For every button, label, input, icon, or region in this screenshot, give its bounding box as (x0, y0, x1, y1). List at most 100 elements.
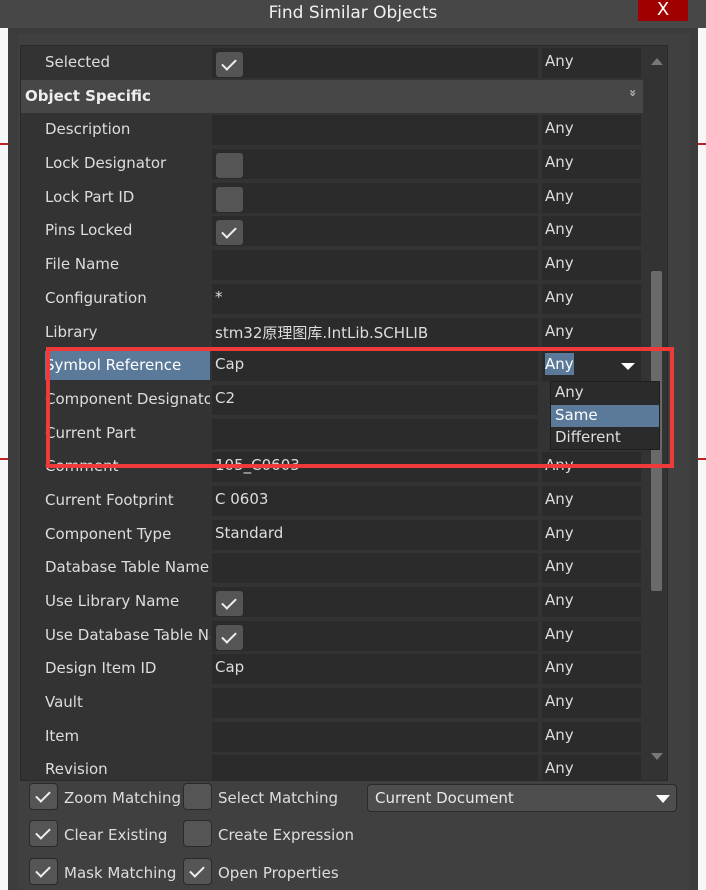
match-select[interactable]: Any (542, 182, 641, 213)
property-value[interactable]: Standard (212, 519, 538, 550)
scope-dropdown[interactable]: Current Document (367, 784, 677, 812)
property-row[interactable]: Configuration * Any (21, 282, 643, 316)
property-row[interactable]: Symbol Reference Cap Any (21, 349, 643, 383)
match-value: Any (545, 353, 574, 376)
checkbox-icon[interactable] (215, 623, 244, 651)
checkbox-icon[interactable] (215, 219, 244, 247)
section-title: Object Specific (25, 86, 151, 105)
property-row[interactable]: Revision Any (21, 753, 643, 780)
dropdown-option-same[interactable]: Same (551, 404, 659, 427)
property-label: Selected (45, 53, 111, 71)
match-select[interactable]: Any (542, 553, 641, 584)
match-select[interactable]: Any (542, 519, 641, 550)
match-select[interactable]: Any (542, 755, 641, 780)
title-bar[interactable]: Find Similar Objects X (0, 0, 706, 28)
property-row[interactable]: Description Any (21, 113, 643, 147)
match-select[interactable]: Any (542, 620, 641, 651)
scroll-up-arrow-icon[interactable] (651, 58, 663, 65)
zoom-matching-checkbox[interactable]: Zoom Matching (29, 783, 181, 811)
match-select[interactable]: Any (542, 351, 641, 382)
property-row[interactable]: Comment 105_C0603 Any (21, 450, 643, 484)
property-value[interactable] (212, 216, 538, 247)
property-row[interactable]: Vault Any (21, 686, 643, 720)
property-value[interactable] (212, 721, 538, 752)
mask-matching-checkbox[interactable]: Mask Matching (29, 858, 176, 886)
property-value[interactable] (212, 755, 538, 780)
match-select[interactable]: Any (542, 250, 641, 281)
match-value: Any (545, 759, 574, 778)
property-row[interactable]: Design Item ID Cap Any (21, 652, 643, 686)
match-select[interactable]: Any (542, 452, 641, 483)
create-expression-checkbox[interactable]: Create Expression (183, 820, 355, 848)
property-row[interactable]: Selected Any (21, 46, 643, 80)
open-properties-checkbox[interactable]: Open Properties (183, 858, 339, 886)
checkbox-icon[interactable] (215, 152, 244, 180)
create-expression-label: Create Expression (218, 825, 355, 844)
property-row[interactable]: Component Type Standard Any (21, 518, 643, 552)
property-value[interactable] (212, 418, 538, 449)
property-value[interactable] (212, 620, 538, 651)
property-value[interactable] (212, 48, 538, 78)
property-value[interactable] (212, 553, 538, 584)
match-select[interactable]: Any (542, 485, 641, 516)
property-value[interactable]: 105_C0603 (212, 452, 538, 483)
match-select[interactable]: Any (542, 688, 641, 719)
checkbox-icon[interactable] (215, 185, 244, 213)
scroll-down-arrow-icon[interactable] (651, 753, 663, 760)
match-value: Any (545, 591, 574, 609)
select-matching-checkbox[interactable]: Select Matching (183, 783, 339, 811)
property-row[interactable]: Lock Part ID Any (21, 181, 643, 215)
match-value: Any (545, 254, 574, 273)
match-select[interactable]: Any (542, 587, 641, 617)
property-value[interactable] (212, 115, 538, 146)
property-label: Description (45, 120, 131, 139)
property-value[interactable]: C2 (212, 384, 538, 415)
dropdown-option-different[interactable]: Different (551, 427, 659, 450)
property-row[interactable]: Use Database Table Name Any (21, 619, 643, 653)
property-row[interactable]: Pins Locked Any (21, 214, 643, 248)
match-select[interactable]: Any (542, 149, 641, 180)
property-row[interactable]: Current Footprint C 0603 Any (21, 484, 643, 518)
section-header-object-specific[interactable]: Object Specific » (21, 79, 643, 114)
property-label: Library (45, 322, 98, 341)
property-label: Configuration (45, 288, 147, 307)
property-value[interactable] (212, 182, 538, 213)
property-row[interactable]: Database Table Name Any (21, 551, 643, 585)
match-select[interactable]: Any (542, 115, 641, 146)
property-value[interactable]: * (212, 283, 538, 314)
match-select[interactable]: Any (542, 216, 641, 247)
checkbox-icon[interactable] (215, 51, 244, 78)
select-matching-label: Select Matching (218, 788, 339, 807)
property-label: Revision (45, 760, 108, 779)
chevron-down-icon (656, 795, 670, 803)
checkbox-icon (29, 820, 58, 847)
checkbox-icon[interactable] (215, 590, 244, 617)
match-select[interactable]: Any (542, 48, 641, 78)
property-value[interactable] (212, 587, 538, 617)
property-label: Item (45, 726, 80, 745)
property-row[interactable]: Lock Designator Any (21, 147, 643, 181)
match-select[interactable]: Any (542, 721, 641, 752)
collapse-chevron-icon[interactable]: » (626, 89, 640, 97)
property-value[interactable]: Cap (212, 351, 538, 382)
property-value[interactable]: stm32原理图库.IntLib.SCHLIB (212, 317, 538, 348)
property-value[interactable]: C 0603 (212, 485, 538, 516)
property-row[interactable]: Use Library Name Any (21, 585, 643, 619)
property-row[interactable]: Item Any (21, 720, 643, 754)
property-row[interactable]: File Name Any (21, 248, 643, 282)
match-select[interactable]: Any (542, 654, 641, 685)
match-value: Any (545, 725, 574, 744)
property-value[interactable] (212, 149, 538, 180)
property-value[interactable] (212, 250, 538, 281)
property-row[interactable]: Library stm32原理图库.IntLib.SCHLIB Any (21, 316, 643, 350)
dropdown-option-any[interactable]: Any (551, 382, 659, 405)
clear-existing-checkbox[interactable]: Clear Existing (29, 820, 167, 848)
close-button[interactable]: X (638, 0, 688, 21)
match-value: Any (545, 52, 574, 70)
match-select[interactable]: Any (542, 317, 641, 348)
property-value[interactable] (212, 688, 538, 719)
match-select[interactable]: Any (542, 283, 641, 314)
property-label: Lock Part ID (45, 187, 135, 206)
property-label: Design Item ID (45, 659, 157, 678)
property-value[interactable]: Cap (212, 654, 538, 685)
